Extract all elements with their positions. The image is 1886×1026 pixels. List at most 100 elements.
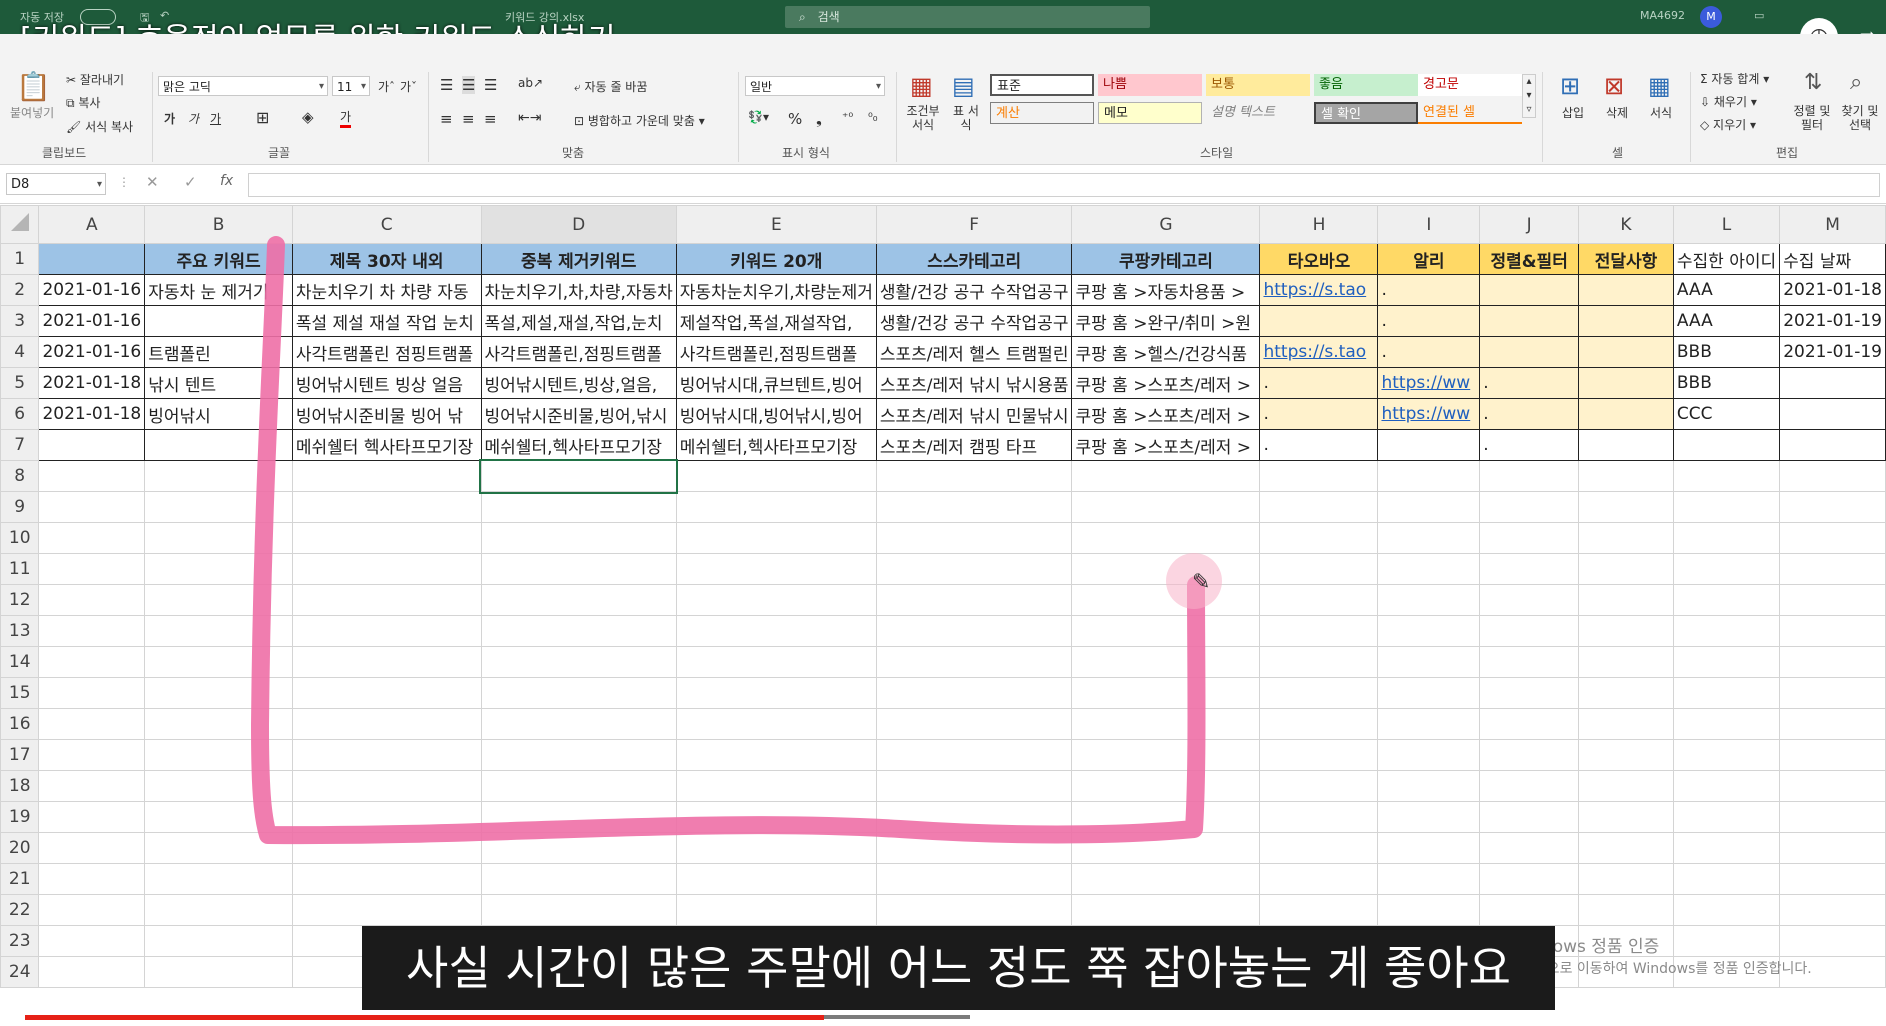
more-icon: ⋮	[118, 175, 130, 189]
font-size-select[interactable]: 11	[332, 76, 370, 97]
clipboard-group-label: 클립보드	[42, 146, 87, 160]
search-box[interactable]: ⌕ 검색	[785, 6, 1150, 28]
fill-color-icon[interactable]: ◈	[302, 108, 314, 126]
style-warning[interactable]: 경고문	[1418, 74, 1522, 96]
ribbon-separator	[896, 72, 897, 162]
copy-icon: ⧉	[66, 96, 79, 110]
orientation-icon[interactable]: ab↗	[518, 76, 543, 90]
delete-cells-icon[interactable]: ⊠	[1604, 72, 1624, 100]
number-format-select[interactable]: 일반	[745, 76, 885, 97]
search-placeholder: 검색	[817, 10, 840, 24]
align-right-icon[interactable]: ≡	[484, 110, 497, 128]
enter-icon[interactable]: ✓	[184, 173, 197, 191]
ribbon-separator	[152, 72, 153, 162]
video-subtitle: 사실 시간이 많은 주말에 어느 정도 쭉 잡아놓는 게 좋아요	[362, 926, 1555, 1010]
increase-decimal-icon[interactable]: ⁺⁰	[842, 110, 853, 124]
pen-annotation: ✎	[251, 236, 1222, 845]
styles-group-label: 스타일	[1200, 146, 1234, 160]
search-icon: ⌕	[799, 10, 806, 24]
style-good[interactable]: 좋음	[1314, 74, 1418, 96]
alignment-group-label: 맞춤	[562, 146, 585, 160]
clear-button[interactable]: ◇ 지우기 ▾	[1700, 116, 1756, 133]
sort-filter-icon[interactable]: ⇅	[1804, 70, 1822, 95]
shrink-font-icon[interactable]: 가ˇ	[400, 78, 417, 95]
format-painter-button[interactable]: 🖌 서식 복사	[66, 118, 133, 135]
wrap-icon: ⤶	[574, 80, 585, 94]
font-group-label: 글꼴	[268, 146, 291, 160]
copy-button[interactable]: ⧉ 복사	[66, 94, 100, 111]
bold-button[interactable]: 가	[164, 110, 175, 127]
align-top-icon[interactable]: ☰	[440, 76, 453, 94]
sort-filter-button[interactable]: 정렬 및 필터	[1792, 104, 1832, 132]
user-avatar[interactable]: M	[1700, 6, 1722, 28]
grow-font-icon[interactable]: 가ˆ	[378, 78, 395, 95]
format-button[interactable]: 서식	[1650, 104, 1672, 121]
border-icon[interactable]: ⊞	[256, 108, 269, 127]
style-explanatory[interactable]: 설명 텍스트	[1206, 102, 1310, 124]
scissors-icon: ✂	[66, 73, 80, 87]
ribbon-separator	[738, 72, 739, 162]
style-bad[interactable]: 나쁨	[1098, 74, 1202, 96]
cut-button[interactable]: ✂ 잘라내기	[66, 71, 124, 88]
align-left-icon[interactable]: ≡	[440, 110, 453, 128]
font-name-select[interactable]: 맑은 고딕	[158, 76, 328, 97]
align-middle-icon[interactable]: ☰	[462, 76, 476, 94]
align-bottom-icon[interactable]: ☰	[484, 76, 497, 94]
table-format-button[interactable]: 표 서식	[950, 104, 982, 132]
ribbon: 📋 붙여넣기 ✂ 잘라내기 ⧉ 복사 🖌 서식 복사 클립보드 맑은 고딕 11…	[0, 34, 1886, 165]
cancel-icon[interactable]: ✕	[146, 173, 159, 191]
insert-cells-icon[interactable]: ⊞	[1560, 72, 1580, 100]
ribbon-separator	[1690, 72, 1691, 162]
video-progress-bar[interactable]	[25, 1015, 825, 1020]
insert-button[interactable]: 삽입	[1562, 104, 1584, 121]
delete-button[interactable]: 삭제	[1606, 104, 1628, 121]
ribbon-separator	[1542, 72, 1543, 162]
align-center-icon[interactable]: ≡	[462, 110, 475, 128]
underline-button[interactable]: 가	[210, 110, 221, 127]
eraser-icon: ◇	[1700, 118, 1714, 132]
indent-icon[interactable]: ⇤⇥	[518, 110, 541, 126]
merge-icon: ⊡	[574, 114, 588, 128]
paste-button[interactable]: 붙여넣기	[10, 104, 54, 121]
pen-cursor-icon: ✎	[1192, 570, 1210, 595]
style-neutral[interactable]: 보통	[1206, 74, 1310, 96]
insert-function-icon[interactable]: fx	[220, 173, 233, 189]
sigma-icon: Σ	[1700, 72, 1712, 86]
fill-button[interactable]: ⇩ 채우기 ▾	[1700, 93, 1757, 110]
comma-icon[interactable]: ❟	[816, 110, 822, 128]
conditional-format-icon[interactable]: ▦	[910, 72, 933, 100]
autosum-button[interactable]: Σ 자동 합계 ▾	[1700, 70, 1769, 87]
user-name: MA4692	[1640, 9, 1686, 22]
table-format-icon[interactable]: ▤	[952, 72, 975, 100]
percent-icon[interactable]: %	[788, 110, 802, 128]
ribbon-display-icon[interactable]: ▭	[1754, 9, 1764, 22]
style-calculation[interactable]: 계산	[990, 102, 1094, 124]
italic-button[interactable]: 가	[188, 110, 199, 127]
paste-icon[interactable]: 📋	[16, 70, 51, 103]
formula-input[interactable]	[248, 173, 1880, 197]
font-color-icon[interactable]: 가	[340, 108, 352, 128]
name-box[interactable]: D8	[6, 173, 106, 196]
style-normal[interactable]: 표준	[990, 74, 1094, 96]
styles-gallery-scroll[interactable]: ▴ ▾ ▿	[1522, 74, 1536, 118]
find-select-button[interactable]: 찾기 및 선택	[1838, 104, 1882, 132]
cells-group-label: 셀	[1612, 146, 1624, 160]
decrease-decimal-icon[interactable]: ⁰₀	[868, 110, 878, 124]
style-note[interactable]: 메모	[1098, 102, 1202, 124]
conditional-format-button[interactable]: 조건부 서식	[903, 104, 943, 132]
currency-icon[interactable]: 💱▾	[748, 110, 769, 124]
formula-bar: D8 ⋮ ✕ ✓ fx	[0, 165, 1886, 204]
worksheet[interactable]: A B C D E F G H I J K L M 1 주요 키워드 제목 30자 …	[0, 205, 1886, 1026]
wrap-text-button[interactable]: ⤶ 자동 줄 바꿈	[574, 78, 647, 95]
number-group-label: 표시 형식	[782, 146, 830, 160]
ribbon-separator	[428, 72, 429, 162]
style-linked-cell[interactable]: 연결된 셀	[1418, 102, 1522, 124]
windows-activation-watermark: Windows 정품 인증 [설정]으로 이동하여 Windows를 정품 인증…	[1510, 936, 1812, 980]
format-cells-icon[interactable]: ▦	[1648, 72, 1671, 100]
style-check-cell[interactable]: 셀 확인	[1314, 102, 1418, 124]
fill-down-icon: ⇩	[1700, 95, 1714, 109]
watermark-line-1: Windows 정품 인증	[1510, 937, 1660, 957]
brush-icon: 🖌	[66, 120, 86, 134]
merge-center-button[interactable]: ⊡ 병합하고 가운데 맞춤 ▾	[574, 112, 705, 129]
find-icon[interactable]: ⌕	[1850, 70, 1862, 95]
